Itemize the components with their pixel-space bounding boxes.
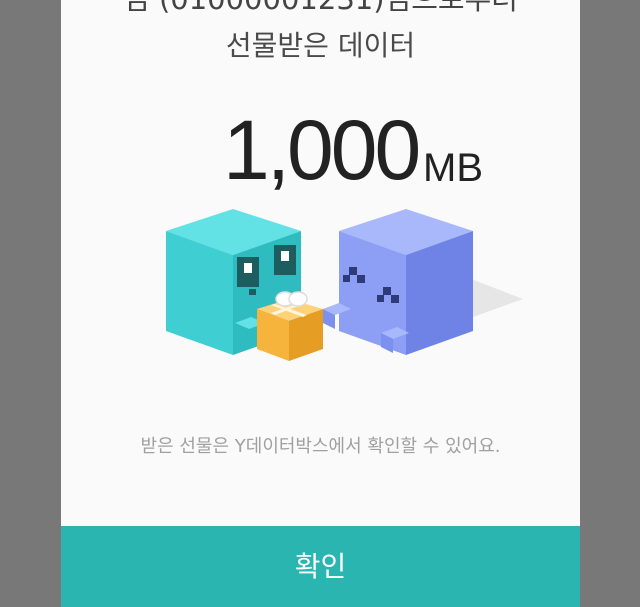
confirm-button[interactable]: 확인 xyxy=(61,526,580,607)
blue-cube-character-icon xyxy=(323,209,473,355)
gift-dialog: 님 (01000001231)님으로부터 선물받은 데이터 1,000 MB xyxy=(61,0,580,607)
data-amount: 1,000 xyxy=(223,103,421,197)
dialog-header-text: 님 (01000001231)님으로부터 xyxy=(61,0,580,18)
gift-notice-text: 받은 선물은 Y데이터박스에서 확인할 수 있어요. xyxy=(140,436,501,457)
dialog-subtitle: 선물받은 데이터 xyxy=(225,29,416,62)
gift-characters-illustration xyxy=(166,209,523,361)
data-unit: MB xyxy=(423,146,483,190)
